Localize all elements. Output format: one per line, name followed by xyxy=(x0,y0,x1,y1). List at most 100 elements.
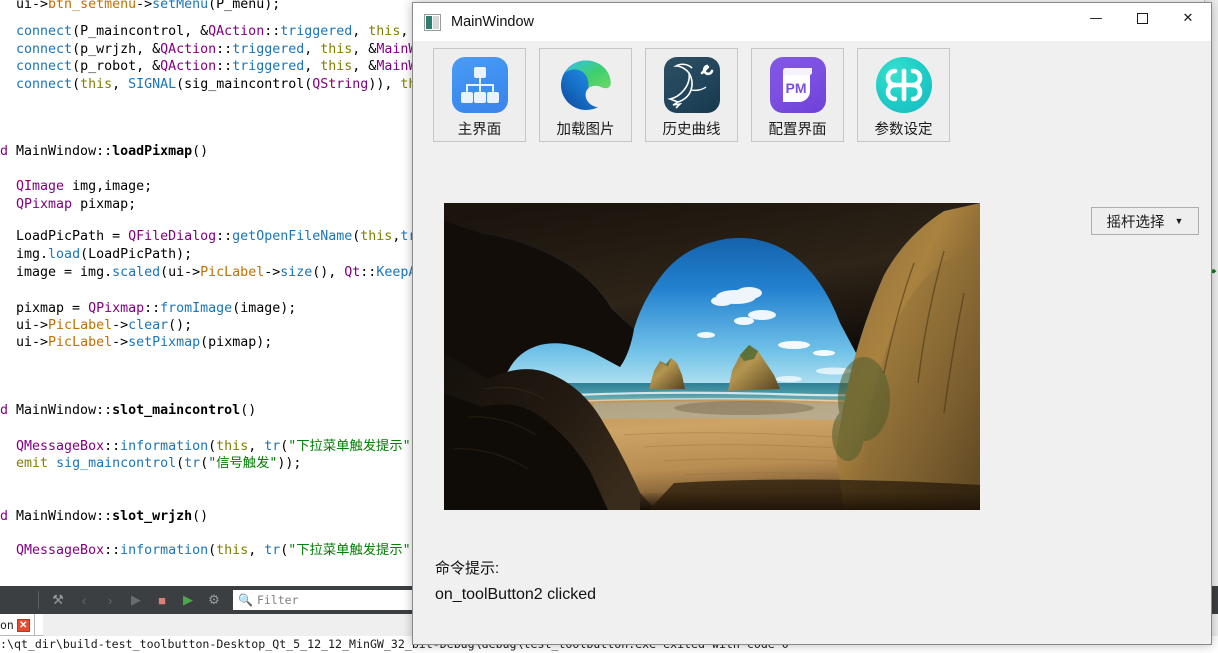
code-token: PicLabel xyxy=(48,335,113,350)
code-line: emit sig_maincontrol(tr("信号触发")); xyxy=(0,455,301,473)
code-token: (LoadPicPath); xyxy=(80,247,193,262)
toolbutton-label: 主界面 xyxy=(457,122,502,138)
toolbutton-param-settings[interactable]: 参数设定 xyxy=(857,48,950,142)
code-token: QFileDialog xyxy=(128,229,217,244)
code-token: (image); xyxy=(232,301,297,316)
window-body: 主界面 加载图片 历史曲线 PM 配置界面 参数设定 摇杆选择 ▼ 命令提示: … xyxy=(413,41,1211,644)
code-line: ui->PicLabel->clear(); xyxy=(0,317,192,335)
code-token: (pixmap); xyxy=(200,335,273,350)
code-token: fromImage xyxy=(160,301,233,316)
picture-label xyxy=(444,203,980,510)
code-token: scaled xyxy=(112,265,161,280)
code-token: () xyxy=(240,403,257,418)
toolbutton-main-ui[interactable]: 主界面 xyxy=(433,48,526,142)
code-token: tr xyxy=(264,543,281,558)
stop-icon[interactable]: ■ xyxy=(151,589,173,611)
code-token: setMenu xyxy=(152,0,209,12)
code-token: :: xyxy=(216,59,233,74)
toolbutton-load-image[interactable]: 加载图片 xyxy=(539,48,632,142)
code-line: QMessageBox::information(this, tr("下拉菜单触… xyxy=(0,438,427,456)
code-token: () xyxy=(192,509,209,524)
command-prompt-label: 命令提示: xyxy=(435,560,500,577)
code-line: pixmap = QPixmap::fromImage(image); xyxy=(0,300,296,318)
code-token: clear xyxy=(128,318,169,333)
code-token: "下拉菜单触发提示" xyxy=(288,543,411,558)
pm-project-icon: PM xyxy=(768,55,828,115)
code-token: )), xyxy=(368,77,401,92)
close-button[interactable]: ✕ xyxy=(1165,3,1211,33)
toolbutton-label: 加载图片 xyxy=(556,122,615,138)
code-line: connect(p_wrjzh, &QAction::triggered, th… xyxy=(0,41,424,59)
run-icon[interactable]: ▶ xyxy=(125,589,147,611)
code-token: btn_setmenu xyxy=(48,0,137,12)
joystick-select-label: 摇杆选择 xyxy=(1106,214,1165,231)
code-token: QAction xyxy=(160,59,217,74)
code-line: d MainWindow::slot_wrjzh() xyxy=(0,508,208,526)
code-token: , xyxy=(112,77,129,92)
code-token: (p_robot, & xyxy=(72,59,161,74)
code-line: img.load(LoadPicPath); xyxy=(0,246,192,264)
code-token: pixmap = xyxy=(0,301,89,316)
code-token: ( xyxy=(208,439,217,454)
code-token: "信号触发" xyxy=(208,456,278,471)
code-token: QAction xyxy=(160,42,217,57)
toolbutton-label: 配置界面 xyxy=(768,122,827,138)
code-token: :: xyxy=(104,543,121,558)
code-token: connect xyxy=(16,24,73,39)
maximize-button[interactable] xyxy=(1119,3,1165,33)
joystick-select-dropdown[interactable]: 摇杆选择 ▼ xyxy=(1091,207,1199,235)
code-token: (p_wrjzh, & xyxy=(72,42,161,57)
code-token: QImage xyxy=(16,179,65,194)
screen-root: ui-> btn_setmenu -> setMenu(P_menu); connec… xyxy=(0,0,1218,653)
close-icon[interactable]: ✕ xyxy=(16,618,30,632)
code-line: ui->PicLabel->setPixmap(pixmap); xyxy=(0,334,272,352)
code-token: :: xyxy=(264,24,281,39)
code-token: slot_maincontrol xyxy=(112,403,241,418)
code-token: img. xyxy=(0,247,49,262)
filter-input[interactable]: 🔍 Filter xyxy=(233,590,421,610)
settings-gear-icon[interactable]: ⚙ xyxy=(203,589,225,611)
code-token: QAction xyxy=(208,24,265,39)
toolbar-divider xyxy=(38,591,39,609)
code-token: ui-> xyxy=(0,335,49,350)
build-icon[interactable]: ⚒ xyxy=(47,589,69,611)
ide-tab-item[interactable]: on ✕ xyxy=(0,614,35,636)
toolbutton-history-curve[interactable]: 历史曲线 xyxy=(645,48,738,142)
code-token: triggered xyxy=(280,24,353,39)
forward-icon[interactable]: › xyxy=(99,589,121,611)
command-output-text: on_toolButton2 clicked xyxy=(435,586,596,603)
code-token: slot_wrjzh xyxy=(112,509,193,524)
minimize-button[interactable]: — xyxy=(1073,3,1119,33)
code-token: , xyxy=(352,24,369,39)
debug-run-icon[interactable]: ▶ xyxy=(177,589,199,611)
window-titlebar[interactable]: MainWindow — ✕ xyxy=(413,3,1211,41)
code-token: this xyxy=(216,439,249,454)
code-token: (); xyxy=(168,318,193,333)
code-token: d xyxy=(0,144,17,159)
code-token: connect xyxy=(16,59,73,74)
code-token: (ui-> xyxy=(160,265,201,280)
code-token: ( xyxy=(72,77,81,92)
code-token: d xyxy=(0,509,17,524)
code-line: image = img.scaled(ui->PicLabel->size(),… xyxy=(0,264,424,282)
toolbutton-label: 历史曲线 xyxy=(662,122,721,138)
chevron-down-icon: ▼ xyxy=(1174,216,1184,226)
code-token: connect xyxy=(16,42,73,57)
code-token: PicLabel xyxy=(200,265,265,280)
code-token: :: xyxy=(144,301,161,316)
back-icon[interactable]: ‹ xyxy=(73,589,95,611)
toolbutton-config-ui[interactable]: PM 配置界面 xyxy=(751,48,844,142)
mysql-dolphin-icon xyxy=(662,55,722,115)
code-token: this xyxy=(360,229,393,244)
code-token: triggered xyxy=(232,59,305,74)
code-token: (P_menu); xyxy=(208,0,281,12)
code-token: -> xyxy=(112,318,129,333)
search-icon: 🔍 xyxy=(238,593,253,607)
code-line: QImage img,image; xyxy=(0,178,152,196)
code-token: :: xyxy=(96,403,113,418)
